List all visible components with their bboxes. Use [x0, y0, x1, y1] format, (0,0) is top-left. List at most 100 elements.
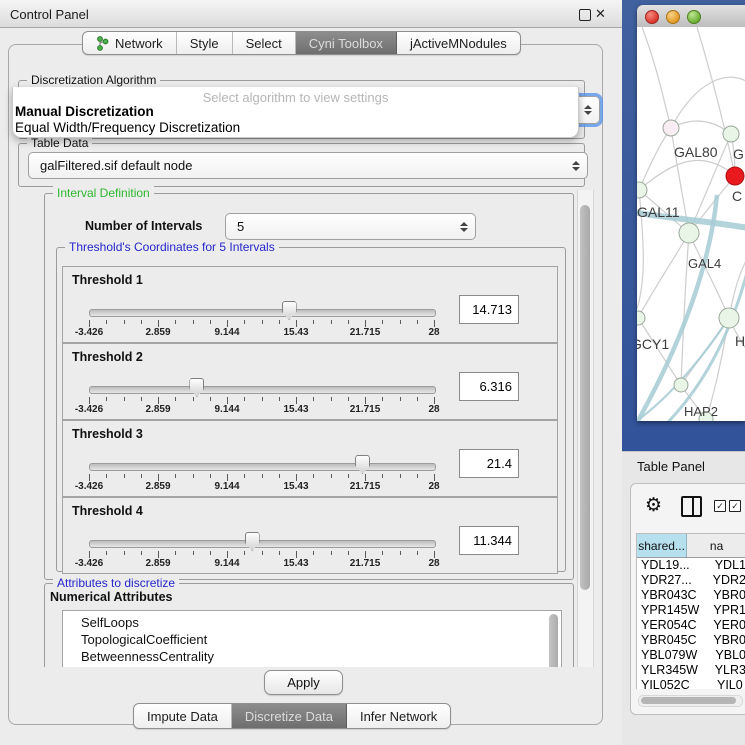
slider-tick	[400, 551, 401, 555]
table-row[interactable]: YBR043CYBR0	[637, 588, 745, 603]
attribute-item-betweennesscentrality[interactable]: BetweennessCentrality	[63, 648, 561, 665]
network-canvas[interactable]: GAL80GCGAL11GAL4GCY1HHAP2	[637, 27, 745, 421]
slider-tick	[89, 397, 90, 404]
network-window-titlebar[interactable]	[637, 5, 745, 28]
node-table[interactable]: shared...na YDL19...YDL1YDR27...YDR2YBR0…	[636, 533, 745, 689]
tick-label: 28	[428, 558, 439, 569]
threshold-slider[interactable]	[89, 463, 436, 471]
network-node[interactable]	[723, 126, 739, 142]
table-row[interactable]: YBR045CYBR0	[637, 633, 745, 648]
tick-label: 2.859	[145, 404, 170, 415]
node-label: GAL80	[674, 144, 718, 160]
attribute-item-topologicalcoefficient[interactable]: TopologicalCoefficient	[63, 631, 561, 648]
popup-option-manual-discretization[interactable]: Manual Discretization	[15, 104, 154, 119]
combo-arrows-icon	[583, 105, 592, 115]
slider-tick	[434, 474, 435, 481]
tab-network[interactable]: Network	[83, 32, 177, 54]
number-of-intervals-combobox[interactable]: 5	[225, 213, 476, 240]
split-columns-icon[interactable]	[681, 496, 702, 517]
slider-tick	[382, 397, 383, 401]
slider-tick	[106, 397, 107, 401]
slider-tick	[382, 551, 383, 555]
slider-tick	[296, 474, 297, 481]
column-header-1[interactable]: shared...	[637, 534, 687, 557]
slider-tick	[89, 551, 90, 558]
checkbox-icon[interactable]: ✓	[714, 500, 726, 512]
table-horizontal-scrollbar[interactable]	[638, 695, 743, 707]
tab-impute-data[interactable]: Impute Data	[134, 704, 232, 728]
network-node[interactable]	[674, 378, 688, 392]
threshold-slider[interactable]	[89, 540, 436, 548]
network-node[interactable]	[719, 308, 739, 328]
threshold-value-field[interactable]: 11.344	[459, 526, 519, 555]
threshold-value-field[interactable]: 21.4	[459, 449, 519, 478]
table-rows: YDL19...YDL1YDR27...YDR2YBR043CYBR0YPR14…	[637, 558, 745, 689]
table-cell: YPR1	[709, 603, 745, 618]
slider-tick	[141, 551, 142, 555]
slider-tick	[331, 397, 332, 401]
apply-button[interactable]: Apply	[264, 670, 343, 695]
threshold-value-field[interactable]: 14.713	[459, 295, 519, 324]
table-row[interactable]: YBL079WYBL0	[637, 648, 745, 663]
slider-tick	[158, 320, 159, 327]
popup-option-equal-width-frequency-discretization[interactable]: Equal Width/Frequency Discretization	[15, 120, 240, 135]
slider-thumb[interactable]	[245, 532, 260, 551]
tab-discretize-data[interactable]: Discretize Data	[232, 704, 347, 728]
table-row[interactable]: YDL19...YDL1	[637, 558, 745, 573]
network-node[interactable]	[726, 167, 744, 185]
table-row[interactable]: YDR27...YDR2	[637, 573, 745, 588]
zoom-traffic-light[interactable]	[687, 10, 701, 24]
table-row[interactable]: YPR145WYPR1	[637, 603, 745, 618]
float-window-icon[interactable]	[579, 9, 591, 21]
intervals-combo-value: 5	[237, 219, 244, 234]
table-data-combobox[interactable]: galFiltered.sif default node	[28, 152, 588, 179]
tab-select[interactable]: Select	[233, 32, 296, 54]
slider-tick	[365, 320, 366, 327]
slider-thumb[interactable]	[189, 378, 204, 397]
tick-label: 28	[428, 404, 439, 415]
list-scrollbar[interactable]	[549, 614, 558, 667]
slider-tick	[279, 551, 280, 555]
close-traffic-light[interactable]	[645, 10, 659, 24]
column-header-2[interactable]: na	[687, 534, 745, 557]
table-hscroll-thumb[interactable]	[641, 697, 736, 704]
table-cell: YDL1	[711, 558, 745, 573]
threshold-value-field[interactable]: 6.316	[459, 372, 519, 401]
tick-label: 21.715	[350, 481, 381, 492]
slider-tick	[262, 551, 263, 555]
close-icon[interactable]: ✕	[595, 6, 606, 22]
table-row[interactable]: YER054CYER0	[637, 618, 745, 633]
tick-label: 9.144	[214, 481, 239, 492]
tab-cyni-toolbox[interactable]: Cyni Toolbox	[296, 32, 397, 54]
table-cell: YLR3	[711, 663, 745, 678]
minimize-traffic-light[interactable]	[666, 10, 680, 24]
slider-tick	[175, 551, 176, 555]
settings-scrollbar[interactable]	[577, 190, 594, 667]
checkbox-icon[interactable]: ✓	[729, 500, 741, 512]
network-node[interactable]	[637, 311, 645, 325]
tab-style[interactable]: Style	[177, 32, 233, 54]
slider-tick	[400, 397, 401, 401]
network-node[interactable]	[679, 223, 699, 243]
slider-tick	[106, 474, 107, 478]
table-row[interactable]: YIL052CYIL0	[637, 678, 745, 689]
interval-group-title: Interval Definition	[53, 186, 154, 200]
slider-tick	[434, 551, 435, 558]
slider-thumb[interactable]	[282, 301, 297, 320]
node-label: H	[735, 333, 745, 349]
node-label: HAP2	[684, 404, 718, 419]
table-row[interactable]: YLR345WYLR3	[637, 663, 745, 678]
slider-tick	[124, 397, 125, 401]
attribute-item-selfloops[interactable]: SelfLoops	[63, 614, 561, 631]
threshold-slider[interactable]	[89, 309, 436, 317]
numerical-attributes-list[interactable]: SelfLoopsTopologicalCoefficientBetweenne…	[62, 610, 562, 667]
tab-jactivemnodules[interactable]: jActiveMNodules	[397, 32, 520, 54]
settings-scrollbar-thumb[interactable]	[580, 205, 590, 590]
network-node[interactable]	[663, 120, 679, 136]
slider-thumb[interactable]	[355, 455, 370, 474]
tab-infer-network[interactable]: Infer Network	[347, 704, 450, 728]
gear-icon[interactable]: ⚙	[645, 494, 662, 517]
slider-tick	[124, 320, 125, 324]
threshold-box-2: Threshold 2-3.4262.8599.14415.4321.71528…	[62, 343, 558, 420]
threshold-slider[interactable]	[89, 386, 436, 394]
